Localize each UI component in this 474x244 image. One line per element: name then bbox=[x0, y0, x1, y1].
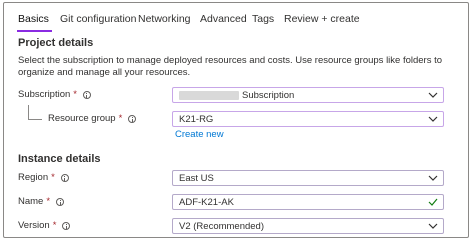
chevron-down-icon bbox=[428, 92, 438, 98]
name-value: ADF-K21-AK bbox=[179, 196, 234, 208]
required-marker: * bbox=[46, 196, 51, 207]
checkmark-icon bbox=[428, 198, 438, 206]
tab-review-create[interactable]: Review + create bbox=[284, 13, 360, 25]
version-dropdown[interactable]: V2 (Recommended) bbox=[172, 218, 444, 234]
version-label-text: Version bbox=[18, 220, 50, 231]
required-marker: * bbox=[73, 89, 77, 100]
chevron-down-icon bbox=[428, 223, 438, 229]
info-icon[interactable] bbox=[60, 173, 69, 182]
create-data-factory-form: Basics Git configuration Networking Adva… bbox=[3, 2, 469, 238]
tab-bar: Basics Git configuration Networking Adva… bbox=[4, 3, 468, 33]
name-label: Name * bbox=[18, 196, 65, 207]
resource-group-label-text: Resource group bbox=[48, 113, 116, 124]
create-new-link[interactable]: Create new bbox=[175, 129, 224, 140]
tab-git-configuration[interactable]: Git configuration bbox=[60, 13, 136, 25]
subscription-dropdown[interactable]: Subscription bbox=[172, 87, 444, 103]
region-label: Region * bbox=[18, 172, 69, 183]
project-details-description: Select the subscription to manage deploy… bbox=[18, 55, 443, 78]
name-label-text: Name bbox=[18, 196, 44, 207]
chevron-down-icon bbox=[428, 175, 438, 181]
version-label: Version * bbox=[18, 220, 71, 231]
info-icon[interactable] bbox=[56, 197, 65, 206]
region-dropdown[interactable]: East US bbox=[172, 170, 444, 186]
resource-group-label: Resource group * bbox=[48, 113, 137, 124]
required-marker: * bbox=[51, 172, 55, 183]
resource-group-dropdown[interactable]: K21-RG bbox=[172, 111, 444, 127]
subscription-label: Subscription * bbox=[18, 89, 91, 100]
version-value: V2 (Recommended) bbox=[179, 220, 265, 232]
project-details-heading: Project details bbox=[18, 37, 94, 49]
tree-connector bbox=[28, 105, 29, 119]
region-label-text: Region bbox=[18, 172, 49, 183]
tab-advanced[interactable]: Advanced bbox=[200, 13, 247, 25]
instance-details-heading: Instance details bbox=[18, 153, 101, 165]
info-icon[interactable] bbox=[82, 90, 91, 99]
redacted-subscription-name bbox=[179, 90, 239, 100]
chevron-down-icon bbox=[428, 116, 438, 122]
tab-networking[interactable]: Networking bbox=[138, 13, 191, 25]
tree-connector bbox=[28, 119, 42, 120]
tab-tags[interactable]: Tags bbox=[252, 13, 274, 25]
resource-group-value: K21-RG bbox=[179, 113, 214, 125]
name-input[interactable]: ADF-K21-AK bbox=[172, 194, 444, 210]
subscription-label-text: Subscription bbox=[18, 89, 71, 100]
subscription-value: Subscription bbox=[242, 89, 295, 101]
info-icon[interactable] bbox=[128, 114, 137, 123]
required-marker: * bbox=[52, 220, 57, 231]
required-marker: * bbox=[118, 113, 123, 124]
tab-basics[interactable]: Basics bbox=[18, 13, 49, 25]
info-icon[interactable] bbox=[62, 221, 71, 230]
region-value: East US bbox=[179, 172, 214, 184]
active-tab-indicator bbox=[17, 30, 52, 32]
